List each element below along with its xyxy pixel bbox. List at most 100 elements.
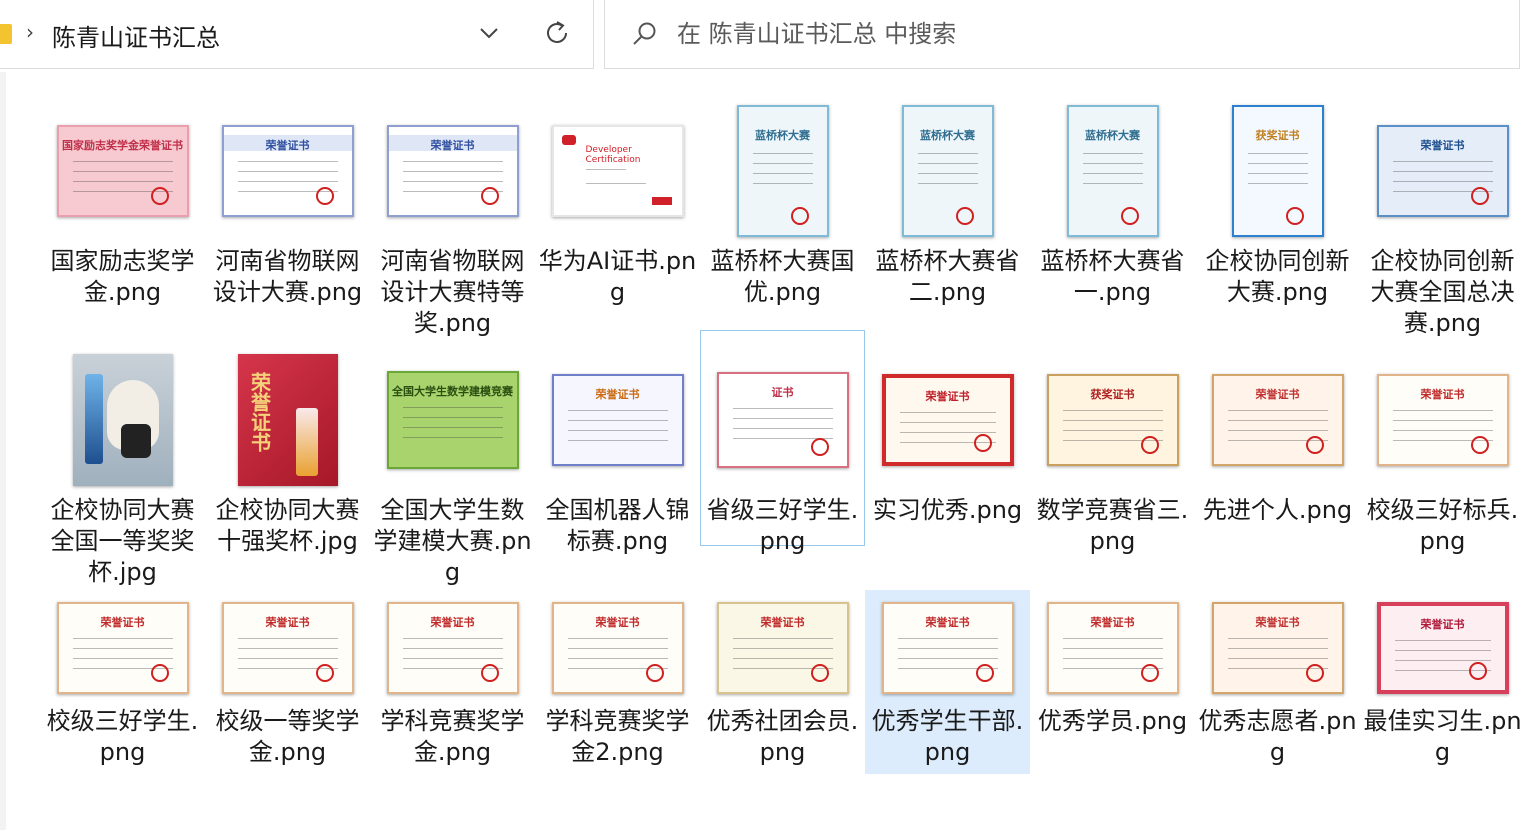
file-tile-10[interactable]: 企校协同大赛全国一等奖奖杯.jpg (40, 344, 205, 586)
file-tile-24[interactable]: 荣誉证书优秀学生干部.png (865, 590, 1030, 774)
thumbnail-box: 荣誉证书 (206, 593, 369, 703)
image-thumbnail: 荣誉证书 (1376, 602, 1509, 694)
file-name-label: 企校协同创新大赛全国总决赛.png (1370, 247, 1515, 337)
image-thumbnail: Developer Certification (551, 125, 684, 217)
thumbnail-box: 荣誉证书 (206, 96, 369, 246)
address-bar[interactable]: › 陈青山证书汇总 (0, 0, 594, 69)
chevron-right-icon[interactable]: › (26, 20, 34, 44)
file-tile-27[interactable]: 荣誉证书 最佳实习生.png (1360, 592, 1525, 772)
thumbnail-box: 获奖证书 (1031, 345, 1194, 495)
image-thumbnail: 荣誉证书 (1376, 374, 1509, 466)
file-tile-11[interactable]: 荣誉证书企校协同大赛十强奖杯.jpg (205, 344, 370, 559)
thumbnail-box: 荣誉证书 (1196, 593, 1359, 703)
file-tile-22[interactable]: 荣誉证书学科竞赛奖学金2.png (535, 592, 700, 772)
file-name-label: 全国大学生数学建模大赛.png (373, 496, 532, 586)
thumbnail-box: 全国大学生数学建模竞赛 (371, 345, 534, 495)
file-name-label: 优秀学生干部.png (871, 707, 1024, 766)
image-thumbnail: 荣誉证书 (386, 602, 519, 694)
file-tile-4[interactable]: Developer Certification 华为AI证书.png (535, 95, 700, 335)
file-tile-25[interactable]: 荣誉证书优秀学员.png (1030, 592, 1195, 772)
image-thumbnail: 全国大学生数学建模竞赛 (386, 371, 519, 469)
navigation-pane-edge (0, 72, 6, 830)
file-name-label: 优秀学员.png (1037, 707, 1188, 735)
thumbnail-box: 国家励志奖学金荣誉证书 (41, 96, 204, 246)
search-icon (633, 22, 656, 45)
file-name-label: 国家励志奖学金.png (50, 247, 195, 306)
file-name-label: 全国机器人锦标赛.png (545, 496, 690, 555)
thumbnail-box: 荣誉证书 (866, 593, 1029, 703)
file-tile-3[interactable]: 荣誉证书河南省物联网设计大赛特等奖.png (370, 95, 535, 337)
thumbnail-box: 蓝桥杯大赛 (866, 96, 1029, 246)
image-thumbnail: 荣誉证书 (221, 602, 354, 694)
file-tile-23[interactable]: 荣誉证书优秀社团会员.png (700, 592, 865, 772)
image-thumbnail: 荣誉证书 (551, 374, 684, 466)
thumbnail-box: 荣誉证书 (701, 593, 864, 703)
file-name-label: 河南省物联网设计大赛.png (212, 247, 363, 306)
file-tile-19[interactable]: 荣誉证书校级三好学生.png (40, 592, 205, 772)
file-tile-26[interactable]: 荣誉证书 优秀志愿者.png (1195, 592, 1360, 772)
file-name-label: 实习优秀.png (872, 496, 1023, 524)
file-tile-2[interactable]: 荣誉证书河南省物联网设计大赛.png (205, 95, 370, 335)
file-name-label: 先进个人.png (1202, 496, 1353, 524)
image-thumbnail: 荣誉证书 (881, 602, 1014, 694)
image-thumbnail: 荣誉证书 (716, 602, 849, 694)
thumbnail-box: 荣誉证书 (536, 593, 699, 703)
file-name-label: 河南省物联网设计大赛特等奖.png (380, 247, 525, 337)
image-thumbnail: 荣誉证书 (56, 602, 189, 694)
file-tile-5[interactable]: 蓝桥杯大赛 蓝桥杯大赛国优.png (700, 95, 865, 335)
image-thumbnail: 国家励志奖学金荣誉证书 (56, 125, 189, 217)
search-input[interactable] (677, 14, 1497, 54)
image-thumbnail: 获奖证书 (1046, 374, 1179, 466)
file-tile-9[interactable]: 荣誉证书 企校协同创新大赛全国总决赛.png (1360, 95, 1525, 337)
file-tile-7[interactable]: 蓝桥杯大赛 蓝桥杯大赛省一.png (1030, 95, 1195, 335)
thumbnail-box: 荣誉证书 (1361, 593, 1524, 703)
file-tile-14[interactable]: 证书省级三好学生.png (700, 330, 865, 555)
file-tile-15[interactable]: 荣誉证书实习优秀.png (865, 344, 1030, 559)
file-name-label: 企校协同大赛十强奖杯.jpg (215, 496, 360, 555)
file-name-label: 学科竞赛奖学金2.png (545, 707, 690, 766)
file-tile-6[interactable]: 蓝桥杯大赛蓝桥杯大赛省二.png (865, 95, 1030, 335)
file-tile-21[interactable]: 荣誉证书 学科竞赛奖学金.png (370, 592, 535, 772)
breadcrumb[interactable]: 陈青山证书汇总 (52, 18, 220, 53)
file-name-label: 蓝桥杯大赛省一.png (1040, 247, 1185, 306)
file-tile-1[interactable]: 国家励志奖学金荣誉证书国家励志奖学金.png (40, 95, 205, 335)
file-name-label: 优秀志愿者.png (1198, 707, 1357, 766)
file-tile-16[interactable]: 获奖证书数学竞赛省三.png (1030, 344, 1195, 559)
file-name-label: 蓝桥杯大赛省二.png (875, 247, 1020, 306)
file-grid: 国家励志奖学金荣誉证书 国家励志奖学金.png 荣誉证书 河南省物联网设计大赛.png… (40, 95, 1525, 830)
thumbnail-box: 荣誉证书 (206, 345, 369, 495)
file-tile-20[interactable]: 荣誉证书 校级一等奖学金.png (205, 592, 370, 772)
file-tile-12[interactable]: 全国大学生数学建模竞赛全国大学生数学建模大赛.png (370, 344, 535, 586)
file-tile-18[interactable]: 荣誉证书 校级三好标兵.png (1360, 344, 1525, 559)
file-name-label: 省级三好学生.png (706, 496, 859, 555)
thumbnail-box: 荣誉证书 (1031, 593, 1194, 703)
image-thumbnail (72, 354, 173, 486)
refresh-icon[interactable] (542, 18, 572, 48)
image-thumbnail: 荣誉证书 (237, 354, 338, 486)
thumbnail-box: 荣誉证书 (866, 345, 1029, 495)
thumbnail-box: 蓝桥杯大赛 (1031, 96, 1194, 246)
thumbnail-box: 荣誉证书 (1361, 345, 1524, 495)
image-thumbnail: 荣誉证书 (386, 125, 519, 217)
file-name-label: 数学竞赛省三.png (1036, 496, 1189, 555)
file-tile-13[interactable]: 荣誉证书全国机器人锦标赛.png (535, 344, 700, 559)
thumbnail-box: 证书 (701, 345, 864, 495)
file-name-label: 优秀社团会员.png (706, 707, 859, 766)
image-thumbnail: 荣誉证书 (881, 374, 1014, 466)
image-thumbnail: 蓝桥杯大赛 (901, 105, 994, 237)
thumbnail-box: 荣誉证书 (41, 593, 204, 703)
search-box[interactable] (604, 0, 1520, 69)
file-name-label: 校级三好学生.png (46, 707, 199, 766)
chevron-down-icon[interactable] (476, 20, 502, 46)
file-tile-8[interactable]: 获奖证书 企校协同创新大赛.png (1195, 95, 1360, 335)
thumbnail-box: 荣誉证书 (371, 593, 534, 703)
image-thumbnail: 荣誉证书 (551, 602, 684, 694)
file-name-label: 企校协同大赛全国一等奖奖杯.jpg (50, 496, 195, 586)
folder-icon (0, 24, 12, 44)
image-thumbnail: 证书 (716, 372, 849, 468)
image-thumbnail: 蓝桥杯大赛 (736, 105, 829, 237)
file-tile-17[interactable]: 荣誉证书 先进个人.png (1195, 344, 1360, 559)
image-thumbnail: 荣誉证书 (221, 125, 354, 217)
thumbnail-box: 荣誉证书 (1361, 96, 1524, 246)
image-thumbnail: 荣誉证书 (1046, 602, 1179, 694)
